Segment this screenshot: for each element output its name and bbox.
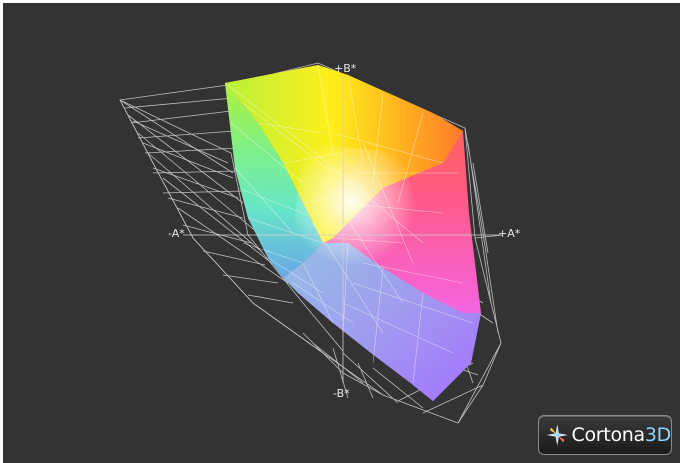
device-gamut-solid	[225, 65, 481, 401]
3d-viewport[interactable]: +B* -B* +A* -A*	[3, 3, 680, 463]
axis-label-minus-a: -A*	[168, 227, 185, 240]
cortona-star-icon	[546, 424, 568, 446]
axis-label-minus-b: -B*	[333, 387, 350, 400]
cortona3d-wordmark: Cortona3D	[571, 424, 672, 446]
axis-label-plus-a: +A*	[498, 227, 521, 240]
axis-label-plus-b: +B*	[334, 62, 357, 75]
cortona3d-logo: Cortona3D	[538, 415, 672, 455]
